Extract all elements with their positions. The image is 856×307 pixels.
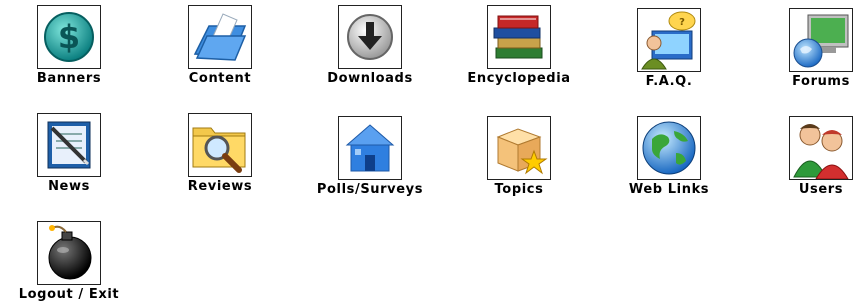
module-label: Topics: [494, 182, 544, 197]
users-icon[interactable]: [789, 116, 853, 180]
download-arrow-icon[interactable]: [338, 5, 402, 69]
module-banners[interactable]: $ Banners: [4, 5, 134, 86]
dollar-coin-icon[interactable]: $: [37, 5, 101, 69]
bomb-icon[interactable]: [37, 221, 101, 285]
module-label: News: [48, 179, 90, 194]
module-encyclopedia[interactable]: Encyclopedia: [454, 5, 584, 86]
module-news[interactable]: News: [4, 113, 134, 194]
module-faq[interactable]: ? F.A.Q.: [604, 8, 734, 89]
svg-text:$: $: [58, 18, 80, 56]
module-reviews[interactable]: Reviews: [155, 113, 285, 194]
faq-person-speech-icon[interactable]: ?: [637, 8, 701, 72]
module-label: Web Links: [628, 182, 710, 197]
module-label: Forums: [792, 74, 850, 89]
globe-monitor-icon[interactable]: [789, 8, 853, 72]
module-polls[interactable]: Polls/Surveys: [305, 116, 435, 197]
module-label: F.A.Q.: [645, 74, 693, 89]
module-label: Downloads: [327, 71, 413, 86]
blue-house-icon[interactable]: [338, 116, 402, 180]
module-content[interactable]: Content: [155, 5, 285, 86]
module-label: Encyclopedia: [467, 71, 571, 86]
module-label: Reviews: [187, 179, 253, 194]
newspaper-pen-icon[interactable]: [37, 113, 101, 177]
module-forums[interactable]: Forums: [756, 8, 856, 89]
box-star-icon[interactable]: [487, 116, 551, 180]
module-label: Users: [798, 182, 844, 197]
module-topics[interactable]: Topics: [454, 116, 584, 197]
module-weblinks[interactable]: Web Links: [604, 116, 734, 197]
module-downloads[interactable]: Downloads: [305, 5, 435, 86]
globe-icon[interactable]: [637, 116, 701, 180]
books-stack-icon[interactable]: [487, 5, 551, 69]
folder-documents-icon[interactable]: [188, 5, 252, 69]
svg-text:?: ?: [679, 17, 685, 28]
module-label: Banners: [36, 71, 102, 86]
module-label: Content: [188, 71, 252, 86]
folder-magnifier-icon[interactable]: [188, 113, 252, 177]
module-logout[interactable]: Logout / Exit: [4, 221, 134, 302]
module-label: Polls/Surveys: [316, 182, 424, 197]
module-label: Logout / Exit: [18, 287, 120, 302]
module-users[interactable]: Users: [756, 116, 856, 197]
